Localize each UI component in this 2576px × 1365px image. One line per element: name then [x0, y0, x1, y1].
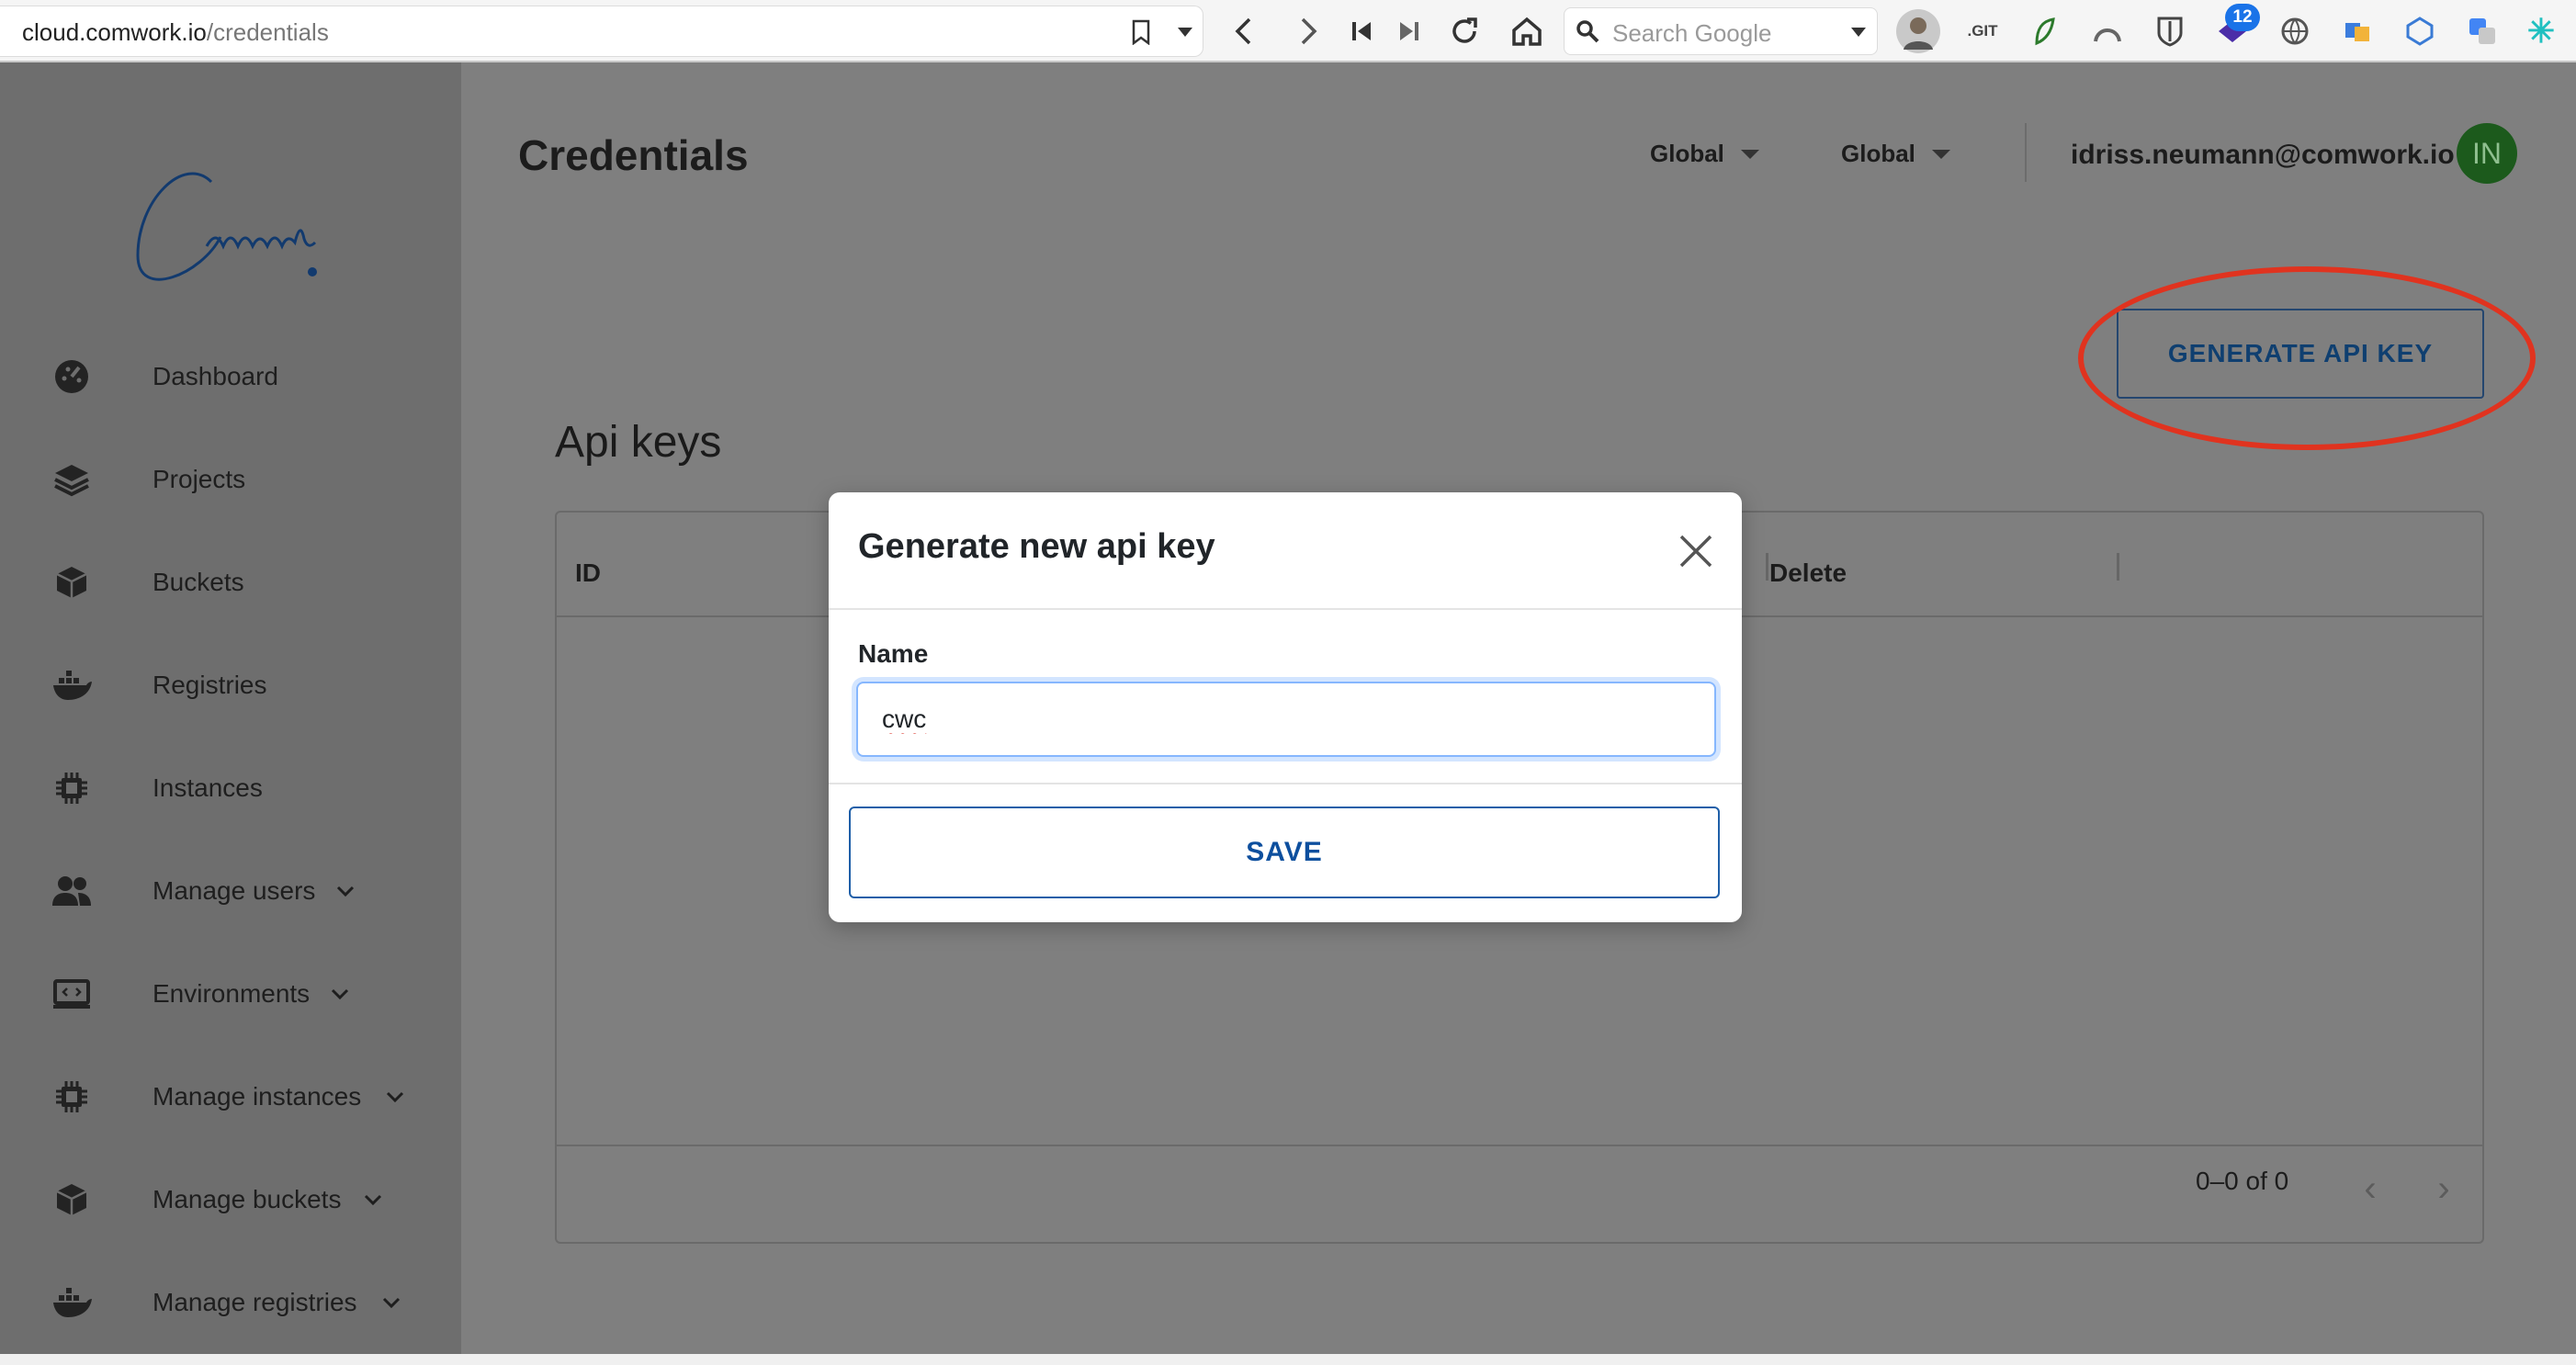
footer-divider	[557, 1145, 2482, 1146]
sidebar-item-label: Environments	[153, 979, 311, 1008]
chip-icon	[51, 768, 92, 808]
profile-avatar-icon[interactable]	[1896, 9, 1940, 53]
home-icon[interactable]	[1508, 13, 1545, 50]
prev-page-icon[interactable]: ‹	[2352, 1170, 2389, 1207]
globe-extension-icon[interactable]	[2277, 13, 2313, 50]
docker-icon	[51, 665, 92, 705]
generate-api-key-dialog: Generate new api key Name SAVE	[829, 492, 1742, 922]
sidebar-item-label: Instances	[153, 773, 263, 802]
browser-toolbar: cloud.comwork.io/credentials Search Goog…	[0, 0, 2576, 62]
sidebar-item-manage-users[interactable]: Manage users	[0, 854, 461, 928]
dialog-title: Generate new api key	[858, 527, 1215, 566]
highlight-ellipse	[2078, 266, 2536, 450]
sidebar-item-label: Projects	[153, 465, 246, 493]
header-divider	[2025, 123, 2027, 182]
user-email[interactable]: idriss.neumann@comwork.io	[2071, 140, 2455, 171]
selector-label: Global	[1841, 140, 1915, 167]
sidebar-item-dashboard[interactable]: Dashboard	[0, 340, 461, 413]
dashboard-icon	[51, 356, 92, 397]
scope-selector-1[interactable]: Global	[1650, 140, 1759, 168]
bottom-strip	[0, 1354, 2576, 1365]
pagination-info: 0–0 of 0	[2196, 1167, 2289, 1195]
leaf-extension-icon[interactable]	[2027, 13, 2063, 50]
search-box[interactable]: Search Google	[1564, 7, 1878, 55]
cube-extension-icon[interactable]	[2339, 13, 2376, 50]
chevron-down-icon	[336, 886, 355, 897]
comwork-logo	[119, 118, 340, 301]
skip-forward-icon[interactable]	[1391, 13, 1428, 50]
chevron-down-icon[interactable]	[1167, 14, 1203, 51]
selector-label: Global	[1650, 140, 1724, 167]
forward-icon[interactable]	[1290, 13, 1327, 50]
sidebar-item-label: Dashboard	[153, 362, 278, 390]
users-icon	[51, 871, 92, 911]
layers-icon	[51, 459, 92, 500]
caret-down-icon	[1740, 149, 1759, 159]
name-input[interactable]	[856, 682, 1716, 757]
sidebar-item-label: Manage instances	[153, 1082, 362, 1111]
network-extension-icon[interactable]	[2401, 13, 2438, 50]
name-label: Name	[858, 639, 929, 668]
sidebar-item-label: Buckets	[153, 568, 244, 596]
reload-icon[interactable]	[1446, 13, 1483, 50]
chevron-down-icon	[364, 1194, 382, 1206]
code-screen-icon	[51, 974, 92, 1014]
column-separator[interactable]	[1766, 553, 1768, 581]
sidebar-item-projects[interactable]: Projects	[0, 443, 461, 516]
chevron-down-icon	[331, 988, 349, 1000]
cube-icon	[51, 1179, 92, 1220]
notification-badge: 12	[2225, 4, 2260, 31]
asterisk-extension-icon[interactable]: ✳	[2523, 12, 2559, 50]
bookmark-icon[interactable]	[1123, 14, 1159, 51]
sidebar-item-label: Registries	[153, 671, 267, 699]
skip-back-icon[interactable]	[1343, 13, 1380, 50]
back-icon[interactable]	[1226, 13, 1262, 50]
cube-icon	[51, 562, 92, 603]
sidebar-item-label: Manage registries	[153, 1288, 357, 1316]
sidebar-item-registries[interactable]: Registries	[0, 649, 461, 722]
address-bar[interactable]: cloud.comwork.io/credentials	[0, 6, 1203, 57]
sidebar: Dashboard Projects Buckets Registries In…	[0, 62, 461, 1354]
dialog-divider	[829, 608, 1742, 610]
docker-icon	[51, 1282, 92, 1323]
url-text: cloud.comwork.io/credentials	[22, 18, 329, 46]
sidebar-item-label: Manage buckets	[153, 1185, 342, 1213]
search-placeholder: Search Google	[1612, 19, 1772, 47]
sidebar-item-environments[interactable]: Environments	[0, 957, 461, 1031]
sidebar-item-instances[interactable]: Instances	[0, 751, 461, 825]
translate-extension-icon[interactable]	[2464, 13, 2501, 50]
bitwarden-icon[interactable]	[2152, 13, 2188, 50]
save-button[interactable]: SAVE	[849, 807, 1720, 898]
scope-selector-2[interactable]: Global	[1841, 140, 1950, 168]
chevron-down-icon	[382, 1297, 401, 1309]
close-icon[interactable]	[1676, 531, 1716, 571]
arc-extension-icon[interactable]	[2089, 13, 2126, 50]
chip-icon	[51, 1077, 92, 1117]
git-extension-icon[interactable]: .GIT	[1964, 13, 2001, 50]
search-icon	[1570, 14, 1607, 51]
sidebar-item-buckets[interactable]: Buckets	[0, 546, 461, 619]
dialog-divider	[829, 783, 1742, 784]
sidebar-item-label: Manage users	[153, 876, 316, 905]
section-title: Api keys	[555, 418, 722, 467]
caret-down-icon	[1931, 149, 1950, 159]
chevron-down-icon	[386, 1091, 404, 1103]
sidebar-item-manage-instances[interactable]: Manage instances	[0, 1060, 461, 1134]
column-separator[interactable]	[2117, 553, 2119, 581]
sidebar-item-manage-registries[interactable]: Manage registries	[0, 1266, 461, 1339]
column-header-delete[interactable]: Delete	[1769, 558, 1847, 588]
page-title: Credentials	[518, 131, 749, 179]
next-page-icon[interactable]: ›	[2425, 1170, 2462, 1207]
chevron-down-icon[interactable]	[1840, 14, 1877, 51]
sidebar-item-manage-buckets[interactable]: Manage buckets	[0, 1163, 461, 1236]
column-header-id[interactable]: ID	[575, 558, 601, 588]
avatar[interactable]: IN	[2457, 123, 2517, 184]
